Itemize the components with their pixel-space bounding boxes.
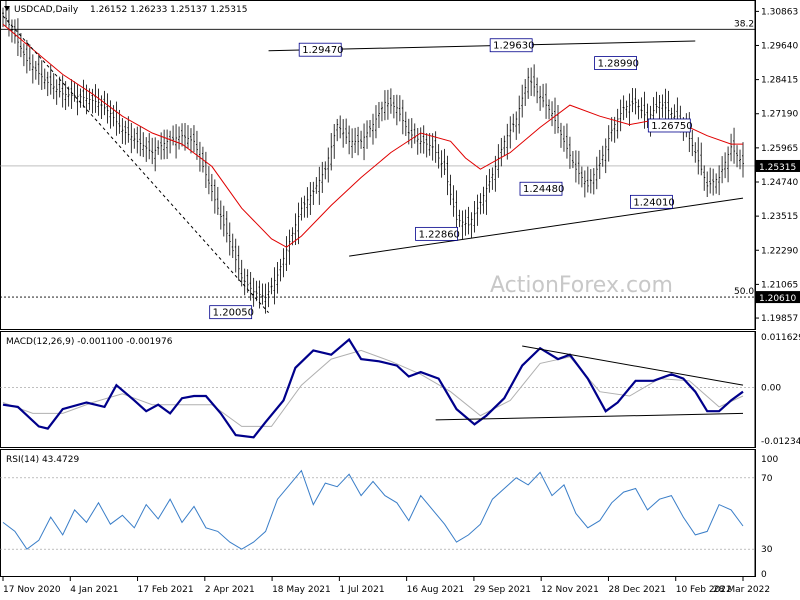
x-tick-label: 17 Nov 2020: [3, 585, 61, 595]
price-tick-label: 1.29640: [761, 41, 798, 51]
symbol-label: USDCAD,Daily: [14, 5, 79, 15]
price-tick-label: 1.22290: [761, 246, 798, 256]
rsi-line: [2, 469, 744, 550]
rsi-header: RSI(14) 43.4729: [6, 455, 79, 465]
macd-layer: 0.011629 0.00 -0.012348: [0, 331, 800, 448]
rsi-panel-frame: [0, 449, 756, 577]
x-tick-label: 12 Nov 2021: [541, 585, 599, 595]
rsi-tick-label: 100: [761, 455, 778, 465]
macd-tick-label: -0.012348: [761, 437, 800, 447]
x-tick-label: 28 Dec 2021: [608, 585, 666, 595]
ohlc-values: 1.26152 1.26233 1.25137 1.25315: [90, 5, 247, 15]
rsi-layer: 100 70 30 0: [0, 449, 778, 580]
macd-tick-label: 0.011629: [761, 333, 800, 343]
current-price-tag: 1.25315: [759, 163, 796, 173]
price-tick-label: 1.19857: [761, 314, 798, 324]
level-annotation-label: 1.26750: [651, 121, 692, 132]
price-tick-label: 1.30863: [761, 7, 798, 17]
level-annotation-label: 1.24480: [523, 184, 564, 195]
chart-window: ActionForex.com 38.2 50.0 1.29470 1.29630 1…: [0, 0, 800, 600]
rsi-tick-label: 0: [761, 570, 767, 580]
price-tick-label: 1.24740: [761, 178, 798, 188]
x-tick-label: 18 May 2021: [272, 585, 331, 595]
x-tick-label: 16 Aug 2021: [407, 585, 465, 595]
price-axis: 1.30863 1.29640 1.28415 1.27190 1.25965 1.247…: [754, 0, 800, 330]
level-annotation-label: 1.20050: [213, 308, 254, 319]
macd-trendline: [522, 345, 744, 386]
x-tick-label: 4 Jan 2021: [70, 585, 118, 595]
macd-main-line: [2, 337, 744, 439]
rsi-tick-label: 70: [761, 474, 773, 484]
macd-tick-label: 0.00: [761, 383, 781, 393]
macd-header: MACD(12,26,9) -0.001100 -0.001976: [6, 337, 173, 347]
fib-50-price-tag: 1.20610: [759, 294, 796, 304]
level-annotation-label: 1.24010: [633, 197, 674, 208]
rsi-tick-label: 30: [761, 545, 773, 555]
trendline: [2, 15, 269, 314]
symbol-header: USDCAD,Daily 1.26152 1.26233 1.25137 1.2…: [4, 5, 247, 15]
level-annotation-label: 1.22860: [419, 229, 460, 240]
chart-canvas: ActionForex.com 38.2 50.0 1.29470 1.29630 1…: [0, 0, 800, 595]
price-tick-label: 1.25965: [761, 144, 798, 154]
x-tick-label: 1 Jul 2021: [339, 585, 384, 595]
price-reference-lines: 38.2 50.0: [0, 19, 755, 298]
price-tick-label: 1.23515: [761, 212, 798, 222]
x-axis: 17 Nov 2020 4 Jan 2021 17 Feb 2021 2 Apr 20…: [2, 577, 770, 595]
x-tick-label: 2 Apr 2021: [205, 585, 255, 595]
level-annotation-label: 1.29470: [302, 45, 343, 56]
price-tick-label: 1.21065: [761, 280, 798, 290]
price-candles: [2, 0, 744, 314]
level-annotation-label: 1.29630: [493, 41, 534, 52]
level-annotation-label: 1.28990: [598, 59, 639, 70]
fib-38-label: 38.2: [734, 19, 754, 29]
trendline: [349, 197, 744, 257]
price-tick-label: 1.28415: [761, 76, 798, 86]
x-tick-label: 29 Sep 2021: [474, 585, 531, 595]
watermark: ActionForex.com: [490, 273, 673, 298]
price-tick-label: 1.27190: [761, 110, 798, 120]
x-tick-label: 17 Feb 2021: [138, 585, 194, 595]
x-tick-label: 28 Mar 2022: [713, 585, 770, 595]
fib-50-label: 50.0: [734, 287, 754, 297]
